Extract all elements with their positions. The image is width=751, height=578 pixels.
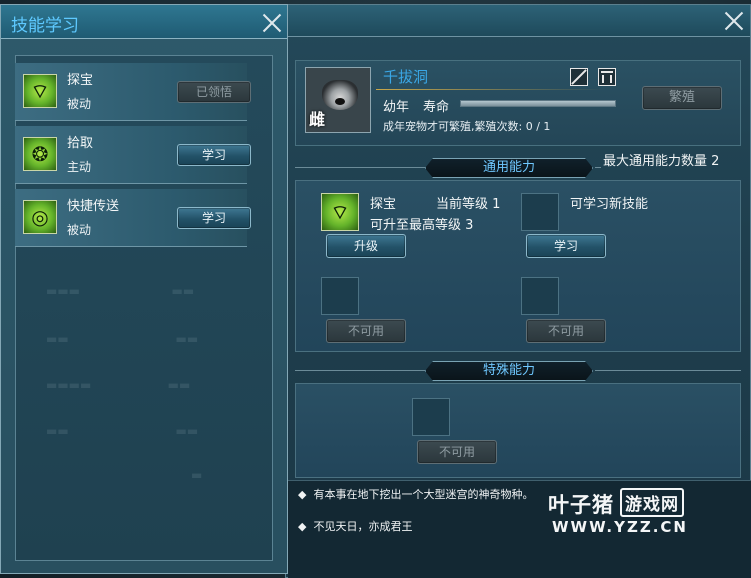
breed-button[interactable]: 繁殖 — [642, 86, 722, 110]
treasure-signal-icon[interactable]: ⌔ — [321, 193, 359, 231]
locked-skill-slot-3 — [321, 277, 359, 315]
header-line-left — [295, 167, 425, 168]
faded-list-row: ▬▬▬▬ ▬▬ — [46, 378, 191, 392]
learn-pickup-button[interactable]: 学习 — [177, 144, 251, 166]
skill-type: 被动 — [67, 97, 92, 111]
pet-nose — [335, 98, 345, 105]
skill-name: 快捷传送 — [67, 199, 120, 214]
header-line-right — [595, 167, 601, 168]
special-header-line-right — [595, 370, 741, 371]
skill-name: 拾取 — [67, 136, 94, 151]
watermark-url: WWW.YZZ.CN — [552, 518, 688, 536]
watermark-badge: 游戏网 — [620, 488, 684, 517]
special-slot-unavailable-button: 不可用 — [417, 440, 497, 464]
special-ability-header: 特殊能力 — [295, 361, 741, 381]
general-skill-max-level: 可升至最高等级 3 — [370, 218, 474, 233]
pet-life-label: 寿命 — [423, 100, 450, 115]
pet-gender-label: 雌 — [309, 110, 326, 129]
skill-row-teleport[interactable]: ◎ 快捷传送 被动 学习 — [15, 189, 251, 247]
release-trash-icon[interactable] — [598, 68, 616, 86]
pet-name-underline — [376, 89, 606, 90]
skill-name: 探宝 — [67, 73, 94, 88]
special-header-line-left — [295, 370, 425, 371]
pet-panel-close-icon[interactable] — [721, 8, 747, 34]
learn-new-skill-label: 可学习新技能 — [570, 197, 649, 212]
treasure-signal-icon: ⌔ — [23, 74, 57, 108]
skill-learned-button: 已领悟 — [177, 81, 251, 103]
special-ability-tag: 特殊能力 — [425, 361, 593, 381]
locked-skill-slot-4 — [521, 277, 559, 315]
faded-list-row: ▬ — [46, 468, 203, 482]
faded-list-row: ▬▬▬ ▬▬ — [46, 284, 195, 298]
special-ability-box — [295, 383, 741, 478]
description-line-2: ◆ 不见天日，亦成君王 — [298, 520, 413, 533]
learn-teleport-button[interactable]: 学习 — [177, 207, 251, 229]
pet-face-image — [322, 80, 358, 110]
general-skill-current-level: 当前等级 1 — [436, 197, 501, 212]
breed-requirement-note: 成年宠物才可繁殖,繁殖次数: 0 / 1 — [383, 120, 551, 133]
pet-portrait: 雌 — [305, 67, 371, 133]
watermark-main-text: 叶子猪 游戏网 — [548, 488, 684, 519]
pet-name[interactable]: 千拔洞 — [383, 66, 428, 87]
pet-life-bar — [460, 100, 616, 107]
general-ability-tag: 通用能力 — [425, 158, 593, 178]
paw-pickup-icon: ❂ — [23, 137, 57, 171]
learn-skill-button[interactable]: 学习 — [526, 234, 606, 258]
skill-type: 被动 — [67, 223, 92, 237]
faded-list-row: ▬▬ ▬▬ — [46, 424, 199, 438]
skill-type: 主动 — [67, 160, 92, 174]
site-watermark: 叶子猪 游戏网 WWW.YZZ.CN — [548, 488, 708, 540]
max-general-ability-count: 最大通用能力数量 2 — [603, 154, 720, 169]
pet-life-bar-fill — [461, 101, 615, 106]
slot-4-unavailable-button: 不可用 — [526, 319, 606, 343]
skill-row-treasure[interactable]: ⌔ 探宝 被动 已领悟 — [15, 63, 251, 121]
description-line-1: ◆ 有本事在地下挖出一个大型迷宫的神奇物种。 — [298, 488, 534, 501]
skill-row-pickup[interactable]: ❂ 拾取 主动 学习 — [15, 126, 251, 184]
pet-age-stage: 幼年 — [383, 100, 410, 115]
pet-panel-titlebar — [286, 5, 750, 37]
skill-learn-title: 技能学习 — [11, 16, 79, 36]
rename-edit-icon[interactable] — [570, 68, 588, 86]
skill-learn-panel: 技能学习 ▬▬▬ ▬▬ ▬▬ ▬▬ ▬▬▬▬ ▬▬ ▬▬ ▬▬ ▬ ⌔ 探宝 被… — [0, 4, 288, 574]
skill-learn-close-icon[interactable] — [259, 10, 285, 36]
empty-skill-slot-2[interactable] — [521, 193, 559, 231]
teleport-ring-icon: ◎ — [23, 200, 57, 234]
faded-list-row: ▬▬ ▬▬ — [46, 332, 199, 346]
slot-3-unavailable-button: 不可用 — [326, 319, 406, 343]
general-skill-name: 探宝 — [370, 197, 397, 212]
special-skill-slot — [412, 398, 450, 436]
upgrade-skill-button[interactable]: 升级 — [326, 234, 406, 258]
